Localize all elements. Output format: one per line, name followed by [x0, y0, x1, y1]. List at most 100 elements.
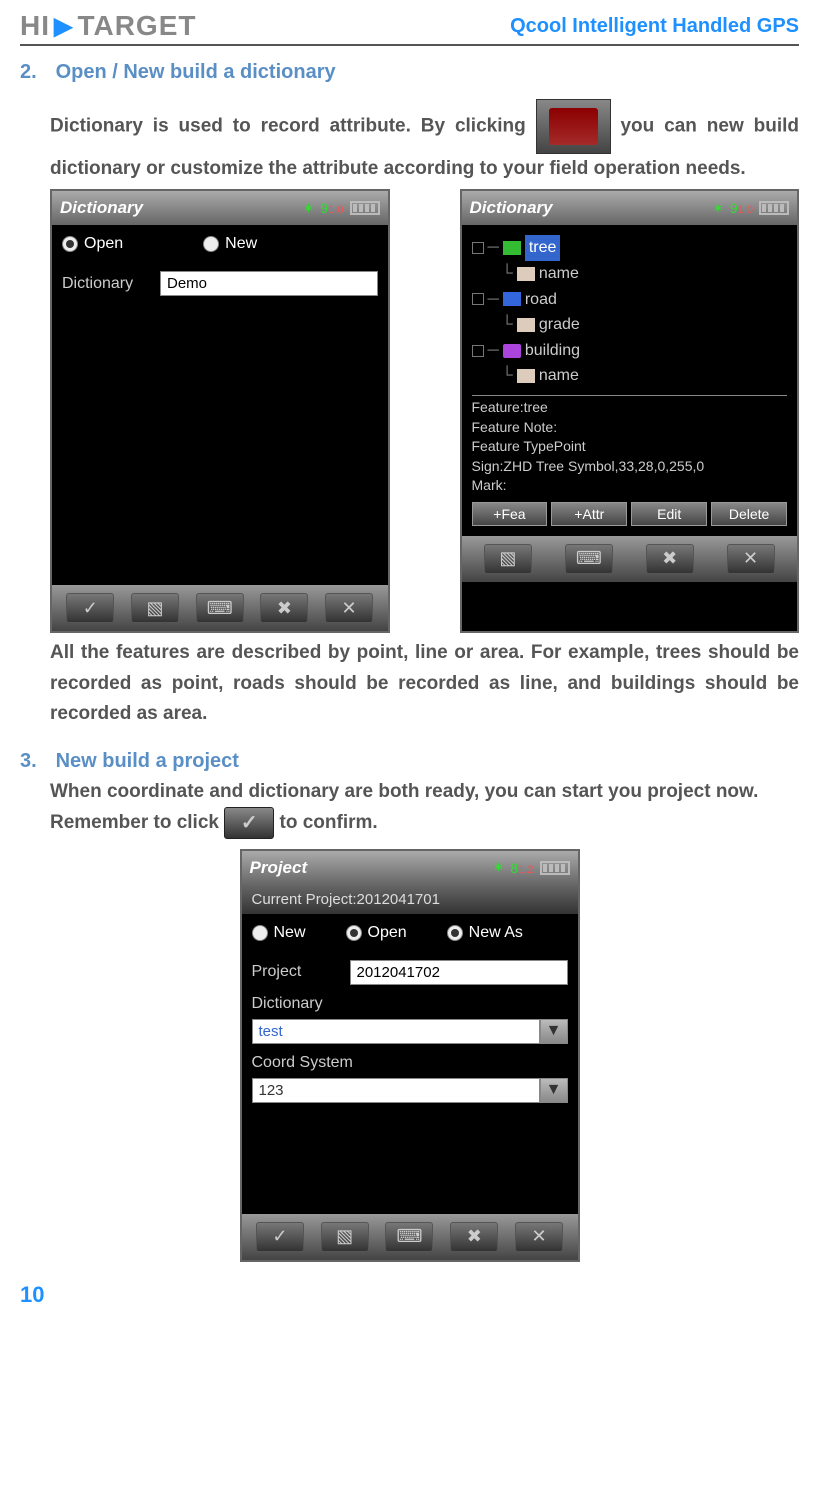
feature-info-panel: Feature:tree Feature Note: Feature TypeP…	[472, 395, 788, 496]
dictionary-field-row: Dictionary Demo	[62, 271, 378, 296]
add-attribute-button[interactable]: +Attr	[551, 502, 627, 526]
satellite-icon: ✶	[493, 859, 505, 876]
card-button[interactable]: ▧	[321, 1222, 369, 1252]
status-icons: ✶ 91.0	[303, 200, 380, 217]
section-title: Open / New build a dictionary	[56, 61, 336, 83]
section-2-heading: 2. Open / New build a dictionary	[20, 61, 799, 84]
screen-body: ─ tree └ name ─ road	[462, 225, 798, 536]
radio-new[interactable]: New	[252, 924, 306, 942]
feature-buttons-row: +Fea +Attr Edit Delete	[472, 502, 788, 526]
line-feature-icon	[503, 292, 521, 306]
battery-icon	[759, 201, 789, 215]
dropdown-value: test	[252, 1019, 540, 1044]
card-button[interactable]: ▧	[131, 593, 179, 623]
section-num: 2.	[20, 61, 50, 84]
logo-text-right: TARGET	[77, 10, 196, 42]
logo-arrow-icon: ▶	[54, 12, 73, 41]
radio-new[interactable]: New	[203, 235, 257, 253]
card-button[interactable]: ▧	[484, 544, 532, 574]
battery-icon	[350, 201, 380, 215]
radio-label: Open	[84, 235, 123, 253]
close-button[interactable]: ✕	[515, 1222, 563, 1252]
expand-box-icon[interactable]	[472, 345, 484, 357]
coord-dropdown[interactable]: 123 ▼	[252, 1078, 568, 1103]
project-input[interactable]: 2012041702	[350, 960, 568, 985]
sat-count: 91.0	[320, 200, 343, 216]
info-note: Feature Note:	[472, 418, 788, 438]
tree-node-building[interactable]: ─ building	[472, 338, 788, 364]
screenshots-row: Dictionary ✶ 91.0 Open New	[50, 189, 799, 633]
close-button[interactable]: ✕	[727, 544, 775, 574]
para-text-before: Remember to click	[50, 812, 224, 833]
para-text-after: to confirm.	[280, 812, 378, 833]
section-title: New build a project	[56, 750, 239, 772]
tools-button[interactable]: ✖	[646, 544, 694, 574]
info-feature: Feature:tree	[472, 398, 788, 418]
keyboard-button[interactable]: ⌨	[196, 593, 244, 623]
dictionary-dropdown[interactable]: test ▼	[252, 1019, 568, 1044]
info-mark: Mark:	[472, 476, 788, 496]
tools-button[interactable]: ✖	[260, 593, 308, 623]
bottom-toolbar: ▧ ⌨ ✖ ✕	[462, 536, 798, 582]
title-bar: Project ✶ 81.2	[242, 851, 578, 885]
screen-body: New Open New As Project 2012041702 Dicti…	[242, 914, 578, 1214]
tools-button[interactable]: ✖	[450, 1222, 498, 1252]
add-feature-button[interactable]: +Fea	[472, 502, 548, 526]
radio-circle-icon	[62, 236, 78, 252]
dictionary-input[interactable]: Demo	[160, 271, 378, 296]
delete-button[interactable]: Delete	[711, 502, 787, 526]
page-number: 10	[20, 1282, 799, 1308]
radio-circle-icon	[203, 236, 219, 252]
radio-open[interactable]: Open	[62, 235, 123, 253]
confirm-button[interactable]: ✓	[256, 1222, 304, 1252]
tree-node-grade[interactable]: └ grade	[472, 312, 788, 338]
feature-tree: ─ tree └ name ─ road	[472, 235, 788, 389]
status-icons: ✶ 81.2	[493, 859, 570, 876]
expand-box-icon[interactable]	[472, 293, 484, 305]
radio-label: New	[225, 235, 257, 253]
tree-node-tree[interactable]: ─ tree	[472, 235, 788, 261]
screen-title: Dictionary	[470, 198, 553, 218]
tree-line-icon: ─	[488, 287, 499, 313]
coord-label: Coord System	[252, 1054, 568, 1072]
radio-open[interactable]: Open	[346, 924, 407, 942]
field-label: Dictionary	[62, 275, 152, 293]
status-icons: ✶ 91.0	[712, 200, 789, 217]
screenshot-dictionary-tree: Dictionary ✶ 91.0 ─ tree └	[460, 189, 800, 633]
tree-label: name	[539, 261, 579, 287]
tree-line-icon: ─	[488, 235, 499, 261]
tree-line-icon: ─	[488, 338, 499, 364]
tree-node-name[interactable]: └ name	[472, 261, 788, 287]
edit-button[interactable]: Edit	[631, 502, 707, 526]
chevron-down-icon[interactable]: ▼	[540, 1078, 568, 1103]
keyboard-button[interactable]: ⌨	[385, 1222, 433, 1252]
tree-line-icon: └	[502, 363, 513, 389]
confirm-button[interactable]: ✓	[66, 593, 114, 623]
info-sign: Sign:ZHD Tree Symbol,33,28,0,255,0	[472, 457, 788, 477]
screenshot-project: Project ✶ 81.2 Current Project:201204170…	[240, 849, 580, 1262]
tree-label: tree	[525, 235, 561, 261]
keyboard-button[interactable]: ⌨	[565, 544, 613, 574]
area-feature-icon	[503, 344, 521, 358]
section-3-heading: 3. New build a project	[20, 750, 799, 773]
chevron-down-icon[interactable]: ▼	[540, 1019, 568, 1044]
screen-title: Dictionary	[60, 198, 143, 218]
screen-body: Open New Dictionary Demo	[52, 225, 388, 585]
point-feature-icon	[503, 241, 521, 255]
attribute-icon	[517, 267, 535, 281]
radio-new-as[interactable]: New As	[447, 924, 523, 942]
section-3-para-2: Remember to click ✓ to confirm.	[50, 807, 799, 839]
logo: HI ▶ TARGET	[20, 10, 197, 42]
page-header: HI ▶ TARGET Qcool Intelligent Handled GP…	[20, 10, 799, 46]
bottom-toolbar: ✓ ▧ ⌨ ✖ ✕	[242, 1214, 578, 1260]
radio-label: New As	[469, 924, 523, 942]
tree-node-building-name[interactable]: └ name	[472, 363, 788, 389]
tree-node-road[interactable]: ─ road	[472, 287, 788, 313]
current-project-bar: Current Project:2012041701	[242, 885, 578, 914]
document-title: Qcool Intelligent Handled GPS	[510, 15, 799, 38]
close-button[interactable]: ✕	[325, 593, 373, 623]
section-2-para-2: All the features are described by point,…	[50, 638, 799, 729]
logo-text-left: HI	[20, 10, 50, 42]
expand-box-icon[interactable]	[472, 242, 484, 254]
satellite-icon: ✶	[303, 200, 315, 217]
